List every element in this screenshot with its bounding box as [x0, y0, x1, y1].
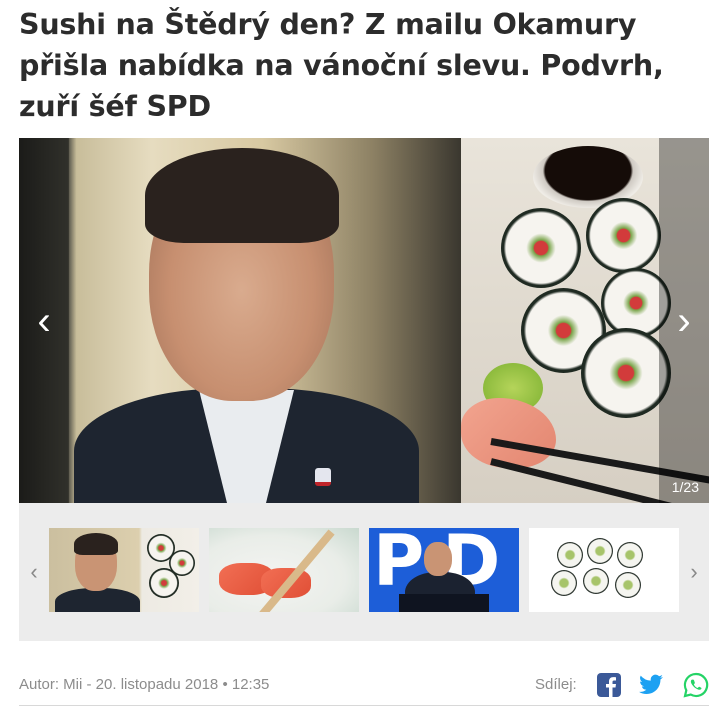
article-meta: Autor: Mii - 20. listopadu 2018 • 12:35 … [19, 672, 709, 698]
thumbnail-3[interactable]: PD [369, 528, 519, 612]
byline: Autor: Mii - 20. listopadu 2018 • 12:35 [19, 676, 270, 693]
gallery-prev-button[interactable]: ‹ [19, 138, 69, 503]
facebook-icon[interactable] [596, 672, 622, 698]
thumbnail-strip: ‹ PD › [19, 503, 709, 641]
divider [19, 705, 709, 706]
chevron-left-icon: ‹ [30, 559, 38, 584]
thumbnail-4[interactable] [529, 528, 679, 612]
thumbnail-1[interactable] [49, 528, 199, 612]
thumbnail-prev-button[interactable]: ‹ [19, 503, 49, 641]
gallery-counter: 1/23 [671, 479, 699, 495]
chevron-left-icon: ‹ [37, 298, 51, 343]
whatsapp-icon[interactable] [683, 672, 709, 698]
chevron-right-icon: › [677, 298, 691, 343]
gallery-next-button[interactable]: › [659, 138, 709, 503]
gallery-photo-politician [19, 138, 461, 503]
article-title: Sushi na Štědrý den? Z mailu Okamury při… [19, 8, 664, 123]
photo-gallery[interactable]: ‹ › 1/23 [19, 138, 709, 503]
share-label: Sdílej: [535, 676, 577, 693]
twitter-icon[interactable] [638, 672, 664, 698]
chevron-right-icon: › [690, 559, 698, 584]
thumbnail-2[interactable] [209, 528, 359, 612]
thumbnail-next-button[interactable]: › [679, 503, 709, 641]
